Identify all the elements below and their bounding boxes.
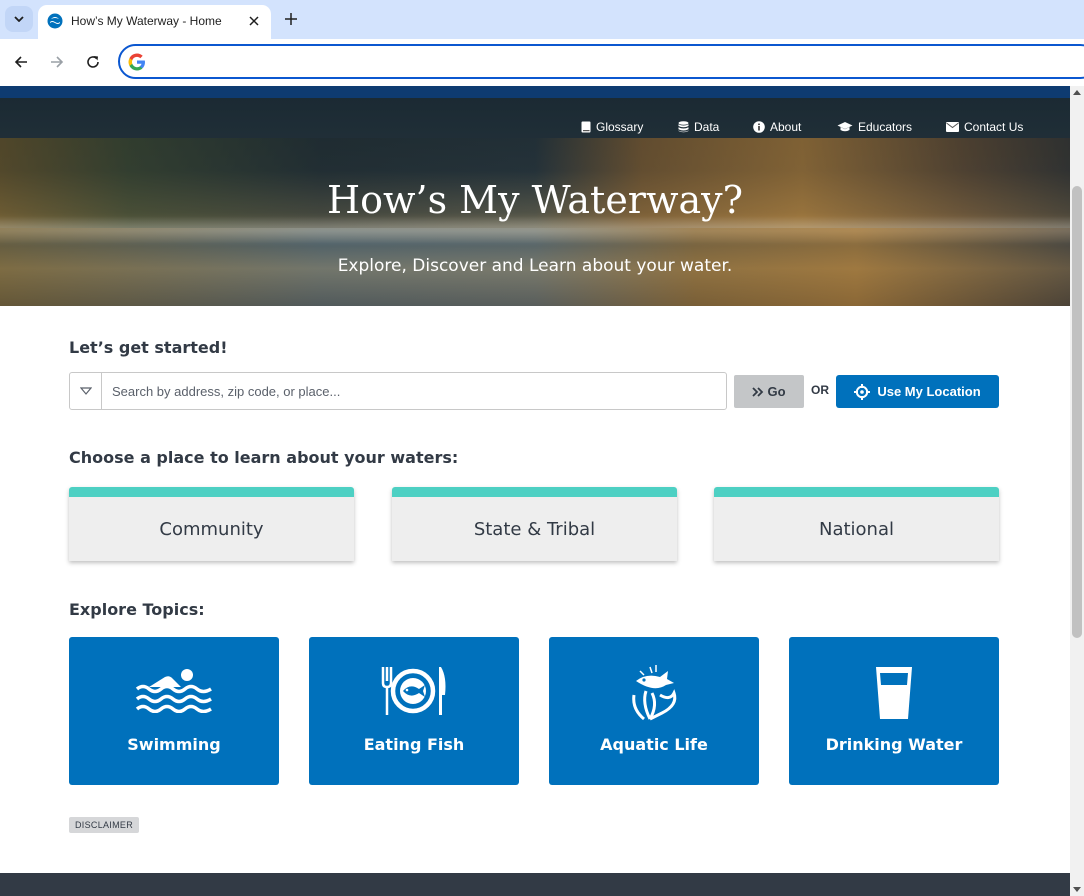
tab-close-button[interactable] [243, 10, 265, 32]
nav-data-link[interactable]: Data [678, 119, 719, 135]
topic-label-aquatic-life: Aquatic Life [600, 735, 708, 754]
plus-icon [285, 13, 297, 25]
browser-tabstrip: How’s My Waterway - Home [0, 0, 1084, 39]
vertical-scrollbar[interactable] [1070, 86, 1084, 896]
scroll-up-arrow-icon[interactable] [1073, 90, 1081, 95]
nav-about-link[interactable]: About [753, 119, 801, 135]
nav-data-label: Data [694, 120, 720, 134]
use-my-location-button[interactable]: Use My Location [836, 375, 999, 408]
nav-contact-link[interactable]: Contact Us [946, 119, 1023, 135]
browser-tab[interactable]: How’s My Waterway - Home [38, 5, 271, 39]
epa-favicon-icon [47, 13, 63, 29]
page-viewport: Glossary Data About Educators Contact Us… [0, 86, 1070, 896]
nav-educators-label: Educators [858, 120, 913, 134]
reload-button[interactable] [82, 51, 104, 73]
topic-card-eating-fish[interactable]: Eating Fish [309, 637, 519, 785]
browser-toolbar [0, 39, 1084, 86]
triangle-down-icon [79, 387, 92, 395]
info-icon [753, 121, 765, 133]
nav-educators-link[interactable]: Educators [837, 119, 912, 135]
close-icon [249, 16, 259, 26]
address-bar[interactable] [118, 44, 1084, 79]
water-glass-icon [876, 667, 912, 719]
or-separator: OR [811, 383, 829, 397]
hero-title: How’s My Waterway? [326, 178, 743, 222]
double-chevron-right-icon [752, 386, 764, 397]
reload-icon [87, 56, 99, 68]
place-card-national[interactable]: National [714, 487, 999, 561]
swimmer-icon [135, 669, 212, 713]
scroll-down-arrow-icon[interactable] [1073, 887, 1081, 892]
topic-label-eating-fish: Eating Fish [363, 735, 465, 754]
crosshairs-icon [854, 383, 871, 400]
forward-button[interactable] [46, 51, 68, 73]
go-button-label: Go [767, 384, 786, 399]
top-band [0, 86, 1070, 98]
topic-label-swimming: Swimming [127, 735, 221, 754]
hero-banner: Glossary Data About Educators Contact Us… [0, 98, 1070, 306]
tab-title: How’s My Waterway - Home [71, 14, 222, 28]
search-heading: Let’s get started! [69, 338, 228, 357]
graduation-cap-icon [837, 122, 853, 132]
tab-list-button[interactable] [5, 6, 33, 32]
topic-label-drinking-water: Drinking Water [825, 735, 963, 754]
database-icon [678, 121, 689, 133]
arrow-left-icon [14, 56, 27, 68]
book-icon [581, 121, 591, 133]
hero-subtitle: Explore, Discover and Learn about your w… [337, 256, 733, 276]
back-button[interactable] [10, 51, 32, 73]
disclaimer-badge[interactable]: DISCLAIMER [69, 817, 140, 833]
fish-plate-icon [381, 667, 446, 715]
search-box: Search by address, zip code, or place... [69, 372, 727, 410]
envelope-icon [946, 122, 959, 132]
search-input[interactable]: Search by address, zip code, or place... [112, 384, 340, 399]
place-card-state-tribal[interactable]: State & Tribal [392, 487, 677, 561]
topic-card-swimming[interactable]: Swimming [69, 637, 279, 785]
topic-card-aquatic-life[interactable]: Aquatic Life [549, 637, 759, 785]
page-footer [0, 873, 1070, 896]
aquatic-life-icon [632, 665, 677, 721]
topic-card-drinking-water[interactable]: Drinking Water [789, 637, 999, 785]
go-button[interactable]: Go [734, 375, 804, 408]
arrow-right-icon [51, 56, 64, 68]
search-source-dropdown[interactable] [70, 373, 102, 409]
google-icon [128, 53, 145, 71]
chevron-down-icon [14, 16, 24, 22]
topics-heading: Explore Topics: [69, 600, 205, 619]
use-my-location-label: Use My Location [877, 384, 981, 399]
new-tab-button[interactable] [280, 8, 302, 30]
nav-contact-label: Contact Us [964, 120, 1024, 134]
scroll-thumb[interactable] [1072, 186, 1082, 638]
places-heading: Choose a place to learn about your water… [69, 448, 459, 467]
nav-glossary-label: Glossary [596, 120, 644, 134]
nav-about-label: About [770, 120, 802, 134]
place-card-community[interactable]: Community [69, 487, 354, 561]
nav-glossary-link[interactable]: Glossary [581, 119, 643, 135]
